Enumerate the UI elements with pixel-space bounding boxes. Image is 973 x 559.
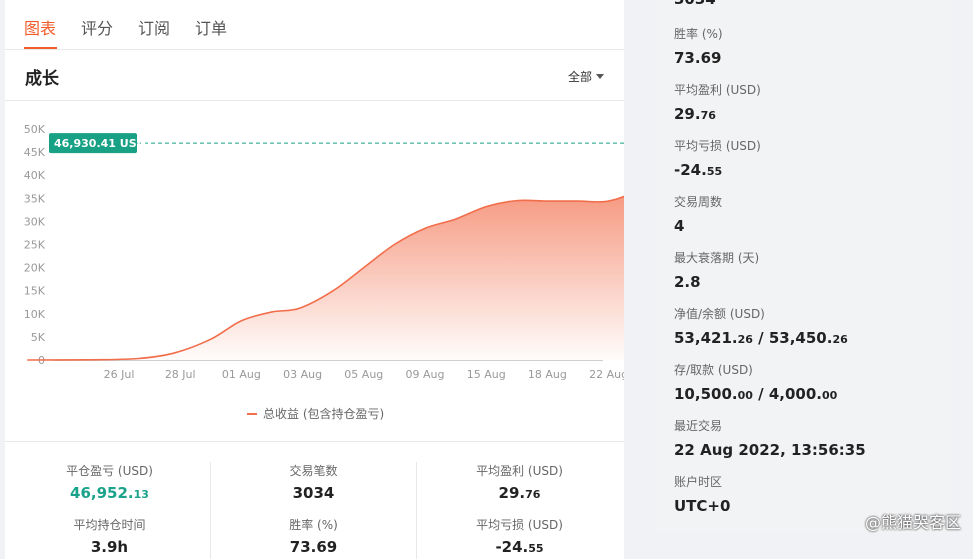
- y-tick-label: 50K: [24, 123, 46, 136]
- stat-column: 平仓盈亏 (USD) 46,952.13 平均持仓时间 3.9h: [7, 462, 212, 559]
- sidebar-item-value: 2.8: [674, 273, 701, 291]
- sidebar-item-value: 22 Aug 2022, 13:56:35: [674, 441, 866, 459]
- trade-count-value: 3034: [292, 484, 335, 502]
- watermark-text: @熊猫哭客区: [864, 513, 961, 532]
- sidebar-item-value: 4: [674, 217, 685, 235]
- tab-orders[interactable]: 订单: [195, 15, 227, 39]
- stat-column: 交易笔数 3034 胜率 (%) 73.69: [211, 462, 416, 559]
- summary-stats: 平仓盈亏 (USD) 46,952.13 平均持仓时间 3.9h 交易笔数 30…: [5, 442, 624, 559]
- avg-loss-value: -24.55: [495, 538, 544, 556]
- sidebar-item-timezone: 账户时区 UTC+0: [674, 473, 730, 515]
- sidebar-item-label: 胜率 (%): [674, 27, 723, 41]
- page: 图表 评分 订阅 订单 成长 全部 50K 45K 40K 35K 30K 25K 20K 1…: [0, 0, 973, 559]
- sidebar-item-label: 平均亏损 (USD): [674, 139, 761, 153]
- x-tick-label: 15 Aug: [467, 368, 506, 381]
- sidebar-item-win-rate: 胜率 (%) 73.69: [674, 25, 723, 67]
- sidebar-item-label: 最大衰落期 (天): [674, 251, 760, 265]
- tab-bar: 图表 评分 订阅 订单: [5, 0, 624, 50]
- x-tick-label: 18 Aug: [528, 368, 567, 381]
- win-rate-value: 73.69: [289, 538, 338, 556]
- sidebar-item-value: 10,500.00 / 4,000.00: [674, 385, 838, 403]
- sidebar-item-value: -24.55: [674, 161, 723, 179]
- sidebar-item-label: 存/取款 (USD): [674, 363, 753, 377]
- avg-profit-value: 29.76: [498, 484, 541, 502]
- win-rate-label: 胜率 (%): [289, 518, 338, 532]
- sidebar-partial-value: 3034: [674, 0, 716, 8]
- tab-chart[interactable]: 图表: [24, 15, 56, 39]
- sidebar-item-value: 29.76: [674, 105, 716, 123]
- growth-chart: 50K45K40K35K30K25K20K15K10K5K0 26 Jul 28 …: [24, 123, 624, 381]
- sidebar-item-last-trade: 最近交易 22 Aug 2022, 13:56:35: [674, 417, 866, 459]
- y-tick-label: 15K: [24, 285, 46, 298]
- x-tick-label: 05 Aug: [344, 368, 383, 381]
- sidebar-item-trading-weeks: 交易周数 4: [674, 193, 722, 235]
- y-tick-label: 10K: [24, 308, 46, 321]
- sidebar-item-avg-profit: 平均盈利 (USD) 29.76: [674, 81, 761, 123]
- x-tick-label: 22 Aug: [589, 368, 624, 381]
- x-tick-label: 03 Aug: [283, 368, 322, 381]
- sidebar-item-value: 73.69: [674, 49, 722, 67]
- closed-pnl-value: 46,952.13: [70, 484, 149, 502]
- range-filter-dropdown[interactable]: 全部: [568, 68, 604, 85]
- avg-profit-label: 平均盈利 (USD): [476, 464, 563, 478]
- x-tick-label: 28 Jul: [165, 368, 196, 381]
- y-tick-label: 20K: [24, 262, 46, 275]
- sidebar-item-avg-loss: 平均亏损 (USD) -24.55: [674, 137, 761, 179]
- section-title: 成长: [25, 69, 59, 89]
- avg-loss-label: 平均亏损 (USD): [476, 518, 563, 532]
- sidebar-item-max-drawdown-period: 最大衰落期 (天) 2.8: [674, 249, 759, 291]
- y-tick-label: 45K: [24, 146, 46, 159]
- sidebar-item-label: 账户时区: [674, 475, 723, 489]
- y-tick-label: 40K: [24, 169, 46, 182]
- sidebar-item-equity-balance: 净值/余额 (USD) 53,421.26 / 53,450.26: [674, 305, 848, 347]
- active-tab-indicator: [24, 47, 57, 49]
- x-tick-label: 01 Aug: [222, 368, 261, 381]
- y-tick-label: 30K: [24, 215, 46, 228]
- chart-legend[interactable]: 总收益 (包含持仓盈亏): [247, 405, 384, 422]
- y-tick-label: 35K: [24, 192, 46, 205]
- sidebar-item-label: 最近交易: [674, 419, 723, 433]
- trade-count-label: 交易笔数: [289, 464, 338, 478]
- x-tick-label: 26 Jul: [104, 368, 135, 381]
- legend-label: 总收益 (包含持仓盈亏): [263, 407, 385, 421]
- sidebar-item-label: 净值/余额 (USD): [674, 307, 765, 321]
- tab-rating[interactable]: 评分: [81, 15, 113, 39]
- current-value-label: 46,930.41 USD: [54, 137, 146, 150]
- legend-swatch: [247, 413, 257, 415]
- sidebar-item-deposit-withdraw: 存/取款 (USD) 10,500.00 / 4,000.00: [674, 361, 837, 403]
- stat-column: 平均盈利 (USD) 29.76 平均亏损 (USD) -24.55: [417, 462, 622, 559]
- sidebar-partial-item: 3034: [674, 0, 716, 8]
- main-panel: 图表 评分 订阅 订单 成长 全部 50K 45K 40K 35K 30K 25K 20K 1…: [5, 0, 624, 559]
- tab-subscribe[interactable]: 订阅: [138, 15, 170, 39]
- sidebar-item-value: 53,421.26 / 53,450.26: [674, 329, 848, 347]
- closed-pnl-label: 平仓盈亏 (USD): [66, 464, 153, 478]
- avg-hold-time-value: 3.9h: [90, 538, 129, 556]
- series-area: [27, 196, 624, 360]
- y-tick-label: 5K: [31, 331, 46, 344]
- avg-hold-time-label: 平均持仓时间: [73, 518, 146, 532]
- chevron-down-icon: [596, 74, 604, 79]
- stats-sidebar: 3034 胜率 (%) 73.69 平均盈利 (USD) 29.76 平均亏损 …: [655, 0, 953, 533]
- sidebar-item-label: 平均盈利 (USD): [674, 83, 761, 97]
- sidebar-item-value: UTC+0: [674, 497, 731, 515]
- x-tick-label: 09 Aug: [406, 368, 445, 381]
- y-tick-label: 25K: [24, 239, 46, 252]
- sidebar-item-label: 交易周数: [674, 195, 723, 209]
- range-filter-label: 全部: [567, 70, 592, 84]
